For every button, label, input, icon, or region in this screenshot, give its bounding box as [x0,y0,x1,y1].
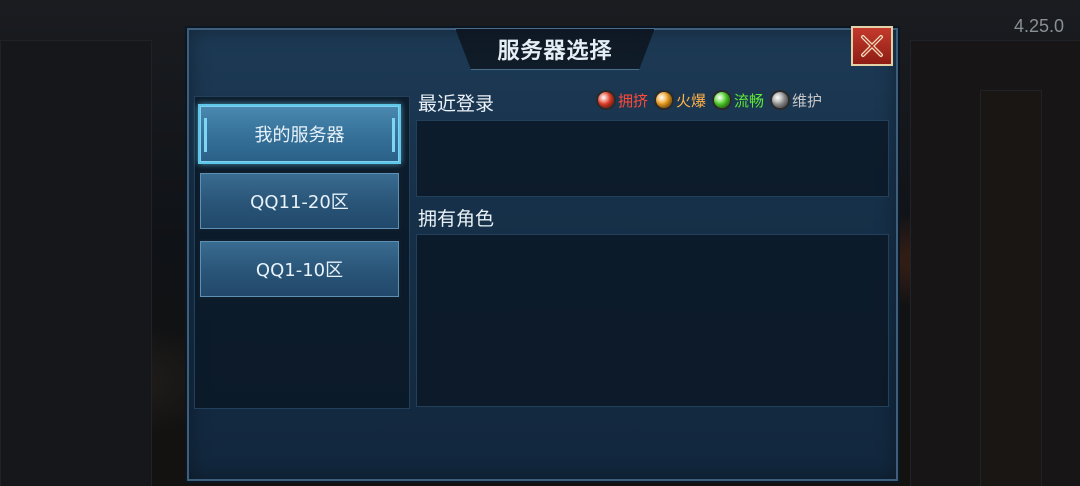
version-label: 4.25.0 [1013,16,1064,36]
status-dot-icon [772,92,789,108]
server-tab-my-servers[interactable]: 我的服务器 [198,104,401,164]
tab-edge-highlight [204,118,207,152]
owned-roles-panel [416,234,889,407]
legend-label: 维护 [792,91,823,110]
legend-item-smooth: 流畅 [714,90,764,111]
close-button[interactable] [851,26,893,66]
legend-label: 拥挤 [618,91,649,110]
dialog-title: 服务器选择 [497,39,613,64]
legend-item-maintenance: 维护 [772,90,822,111]
tab-edge-highlight [392,118,395,152]
dialog-title-tab: 服务器选择 [455,28,655,70]
server-tab-qq11-20[interactable]: QQ11-20区 [198,171,401,231]
server-status-legend: 拥挤 火爆 流畅 维护 [598,90,822,110]
server-tab-label: QQ1-10区 [255,260,344,281]
recent-login-label: 最近登录 [418,93,495,115]
legend-label: 流畅 [734,91,765,110]
recent-login-panel [416,120,889,197]
legend-item-hot: 火爆 [656,90,706,111]
owned-roles-label: 拥有角色 [418,208,495,230]
status-dot-icon [598,92,614,108]
server-tab-label: 我的服务器 [254,125,345,146]
background-building [0,40,152,486]
close-x-icon [861,35,883,57]
status-dot-icon [714,92,731,108]
background-building [980,90,1042,486]
server-tab-qq1-10[interactable]: QQ1-10区 [198,239,401,299]
legend-item-crowded: 拥挤 [598,90,648,111]
legend-label: 火爆 [676,91,707,110]
server-tab-label: QQ11-20区 [250,192,349,213]
status-dot-icon [656,92,673,108]
